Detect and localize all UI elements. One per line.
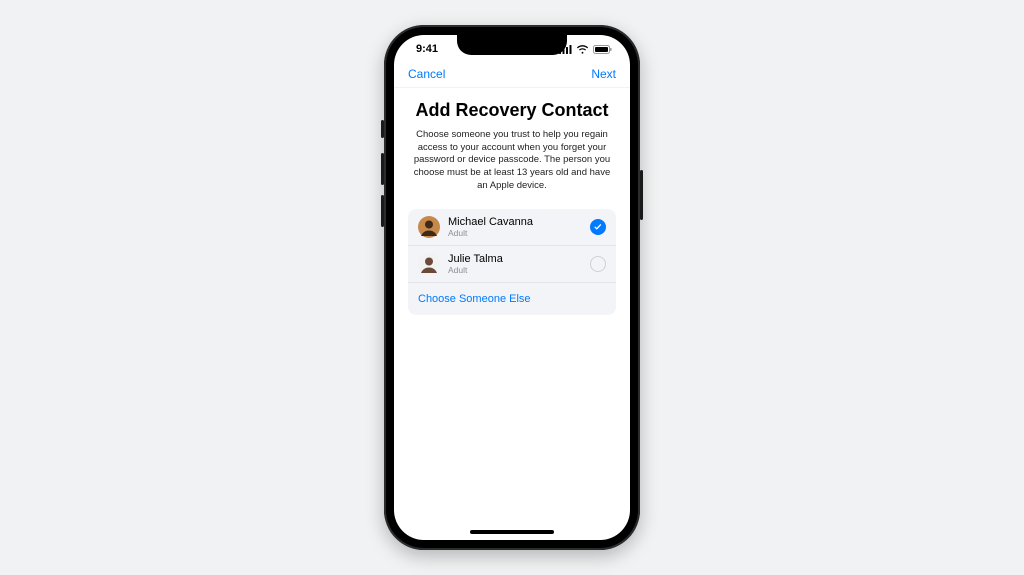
volume-down-button xyxy=(381,195,384,227)
iphone-device-frame: 9:41 Cancel Next Add Recovery Contact Ch… xyxy=(384,25,640,550)
contact-row[interactable]: Julie Talma Adult xyxy=(408,246,616,283)
avatar xyxy=(418,216,440,238)
next-button[interactable]: Next xyxy=(591,67,616,81)
avatar xyxy=(418,253,440,275)
contact-subtitle: Adult xyxy=(448,265,582,275)
contact-row[interactable]: Michael Cavanna Adult xyxy=(408,209,616,246)
contact-text: Michael Cavanna Adult xyxy=(448,216,582,238)
volume-up-button xyxy=(381,153,384,185)
home-indicator xyxy=(470,530,554,534)
checkmark-unselected-icon xyxy=(590,256,606,272)
contact-subtitle: Adult xyxy=(448,228,582,238)
contact-name: Julie Talma xyxy=(448,253,582,265)
wifi-icon xyxy=(576,45,589,54)
mute-switch xyxy=(381,120,384,138)
cancel-button[interactable]: Cancel xyxy=(408,67,445,81)
contact-name: Michael Cavanna xyxy=(448,216,582,228)
cellular-signal-icon xyxy=(559,45,572,54)
screen: 9:41 Cancel Next Add Recovery Contact Ch… xyxy=(394,35,630,540)
status-bar: 9:41 xyxy=(394,35,630,63)
checkmark-selected-icon xyxy=(590,219,606,235)
page-description: Choose someone you trust to help you reg… xyxy=(408,129,616,193)
battery-icon xyxy=(593,45,612,54)
contact-list: Michael Cavanna Adult Julie Talma Adult xyxy=(408,209,616,315)
page-title: Add Recovery Contact xyxy=(408,100,616,121)
side-button xyxy=(640,170,643,220)
status-time: 9:41 xyxy=(416,43,438,55)
content: Add Recovery Contact Choose someone you … xyxy=(394,88,630,540)
status-icons xyxy=(559,45,612,54)
choose-someone-else-button[interactable]: Choose Someone Else xyxy=(408,283,616,315)
contact-text: Julie Talma Adult xyxy=(448,253,582,275)
nav-bar: Cancel Next xyxy=(394,63,630,88)
